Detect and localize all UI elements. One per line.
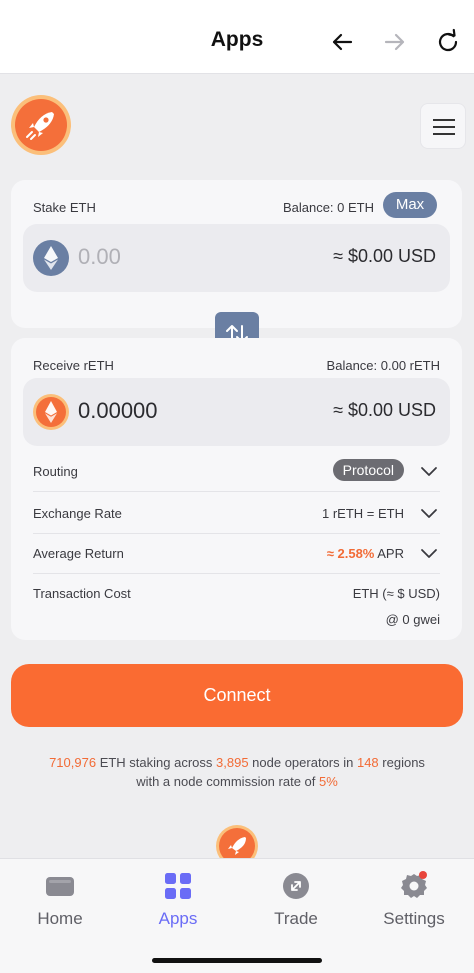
average-return-row[interactable]: Average Return ≈ 2.58% APR (33, 534, 440, 574)
receive-balance: Balance: 0.00 rETH (326, 358, 440, 373)
rocket-logo-icon (11, 95, 71, 155)
tab-home[interactable]: Home (1, 871, 119, 933)
reload-icon (438, 28, 458, 52)
stake-amount: 0.00 (78, 244, 121, 269)
tab-home-label: Home (37, 909, 83, 928)
stake-label: Stake ETH (33, 200, 96, 215)
menu-button[interactable] (420, 103, 466, 149)
exchange-rate-value: 1 rETH = ETH (322, 506, 404, 521)
transaction-cost-label: Transaction Cost (33, 586, 131, 601)
stake-amount-input[interactable]: 0.00 ≈ $0.00 USD (23, 224, 450, 292)
node-operators-count: 3,895 (216, 755, 249, 770)
tab-trade-label: Trade (274, 909, 318, 928)
regions-count: 148 (356, 755, 379, 770)
chevron-down-icon[interactable] (418, 542, 440, 564)
tab-apps-label: Apps (158, 909, 198, 928)
reload-button[interactable] (433, 27, 463, 57)
notification-dot (419, 871, 427, 879)
reth-token-icon (33, 394, 69, 430)
receive-usd-value: ≈ $0.00 USD (333, 400, 436, 420)
receive-amount: 0.00000 (78, 398, 158, 423)
arrow-right-icon (384, 33, 405, 51)
connect-button[interactable]: Connect (11, 664, 463, 727)
tab-settings[interactable]: Settings (355, 871, 473, 933)
rocket-logo[interactable] (10, 94, 72, 156)
receive-card: Receive rETH Balance: 0.00 rETH 0.00000 … (11, 338, 462, 640)
transaction-cost-value: ETH (≈ $ USD) (352, 586, 440, 601)
apps-grid-icon (165, 873, 191, 899)
exchange-rate-row[interactable]: Exchange Rate 1 rETH = ETH (33, 494, 440, 534)
eth-token-icon (33, 240, 69, 276)
stake-balance: Balance: 0 ETH (282, 200, 374, 215)
forward-button[interactable] (380, 27, 410, 57)
top-navigation-bar: Apps (0, 0, 474, 74)
exchange-rate-label: Exchange Rate (33, 506, 122, 521)
commission-rate: 5% (319, 774, 338, 789)
hamburger-icon (433, 119, 455, 121)
apr-unit: APR (377, 546, 404, 561)
tab-trade[interactable]: Trade (237, 871, 355, 933)
tab-apps[interactable]: Apps (119, 871, 237, 933)
back-button[interactable] (327, 27, 357, 57)
arrow-left-icon (332, 33, 353, 51)
network-stats: 710,976 ETH staking across 3,895 node op… (49, 755, 425, 789)
chevron-down-icon[interactable] (418, 460, 440, 482)
wallet-icon (46, 877, 74, 896)
stake-usd-value: ≈ $0.00 USD (333, 246, 436, 266)
gear-icon (401, 871, 427, 898)
trade-arrows-icon (283, 873, 309, 899)
bottom-tab-bar: Home Apps Trade Settings (0, 858, 474, 973)
tab-settings-label: Settings (383, 909, 445, 928)
transaction-cost-row: Transaction Cost ETH (≈ $ USD) @ 0 gwei (33, 574, 440, 634)
routing-protocol-badge: Protocol (332, 459, 404, 481)
eth-staked-count: 710,976 (49, 755, 97, 770)
receive-label: Receive rETH (33, 358, 114, 373)
gas-price-value: @ 0 gwei (385, 612, 440, 627)
average-return-value: ≈ 2.58% APR (327, 546, 404, 561)
routing-label: Routing (33, 464, 78, 479)
max-button[interactable]: Max (383, 192, 437, 218)
chevron-down-icon[interactable] (418, 502, 440, 524)
home-indicator (152, 958, 322, 963)
receive-amount-field: 0.00000 ≈ $0.00 USD (23, 378, 450, 446)
average-return-label: Average Return (33, 546, 124, 561)
routing-row[interactable]: Routing Protocol (33, 452, 440, 492)
stake-card: Stake ETH Balance: 0 ETH Max 0.00 ≈ $0.0… (11, 180, 462, 328)
apr-percentage: ≈ 2.58% (326, 546, 375, 561)
